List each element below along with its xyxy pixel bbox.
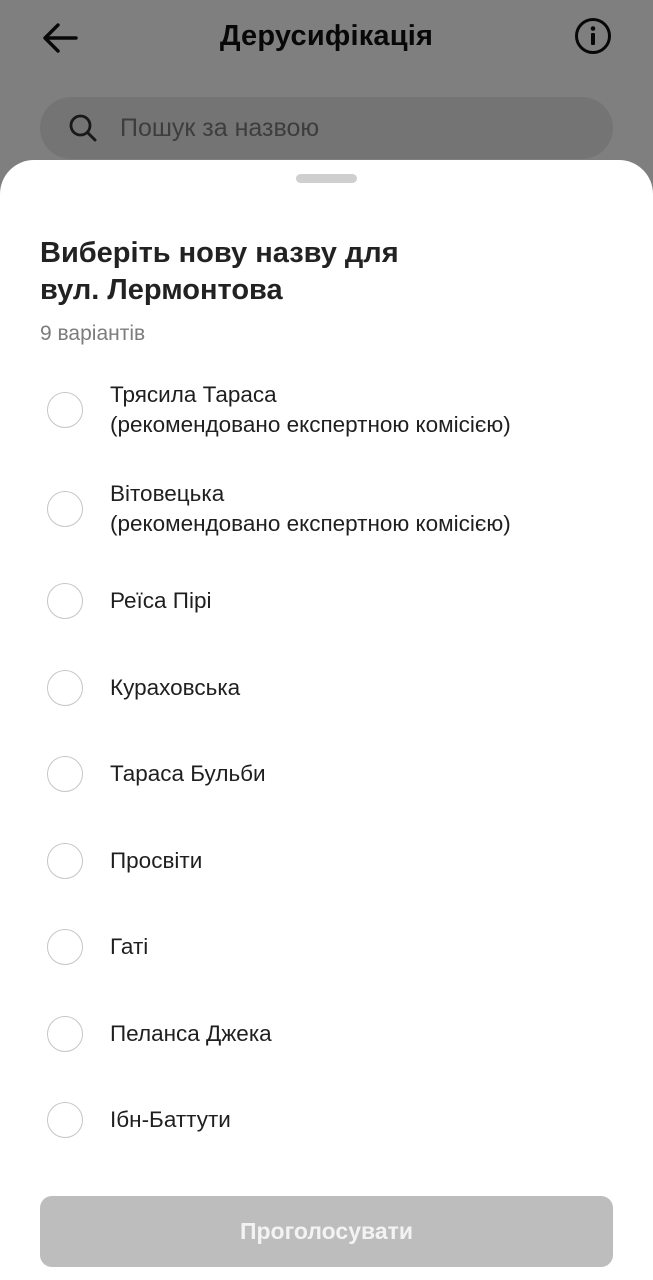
radio-button[interactable] <box>47 491 83 527</box>
radio-button[interactable] <box>47 1102 83 1138</box>
screen: Дерусифікація Виберіть нову <box>0 0 653 1280</box>
option-label: Трясила Тараса <box>110 382 277 407</box>
drag-handle[interactable] <box>296 174 357 183</box>
option-item[interactable]: Кураховська <box>40 665 613 711</box>
vote-button[interactable]: Проголосувати <box>40 1196 613 1267</box>
option-item[interactable]: Вітовецька (рекомендовано експертною ком… <box>40 471 613 547</box>
option-item[interactable]: Ібн-Баттути <box>40 1097 613 1143</box>
radio-button[interactable] <box>47 1016 83 1052</box>
option-item[interactable]: Реїса Пірі <box>40 578 613 624</box>
option-text: Вітовецька (рекомендовано експертною ком… <box>110 479 511 539</box>
radio-button[interactable] <box>47 756 83 792</box>
radio-button[interactable] <box>47 583 83 619</box>
option-label: Ібн-Баттути <box>110 1107 231 1132</box>
option-text: Трясила Тараса (рекомендовано експертною… <box>110 380 511 440</box>
option-item[interactable]: Пеланса Джека <box>40 1011 613 1057</box>
option-label: Тараса Бульби <box>110 761 266 786</box>
radio-button[interactable] <box>47 392 83 428</box>
option-note: (рекомендовано експертною комісією) <box>110 511 511 536</box>
option-item[interactable]: Гаті <box>40 924 613 970</box>
options-count: 9 варіантів <box>40 322 146 345</box>
radio-button[interactable] <box>47 929 83 965</box>
option-label: Пеланса Джека <box>110 1021 272 1046</box>
sheet-title-line2: вул. Лермонтова <box>40 274 283 306</box>
option-label: Просвіти <box>110 848 203 873</box>
option-item[interactable]: Просвіти <box>40 838 613 884</box>
option-label: Гаті <box>110 934 149 959</box>
option-item[interactable]: Трясила Тараса (рекомендовано експертною… <box>40 372 613 448</box>
sheet-title: Виберіть нову назву для вул. Лермонтова <box>40 235 600 309</box>
option-note: (рекомендовано експертною комісією) <box>110 412 511 437</box>
option-label: Кураховська <box>110 675 241 700</box>
radio-button[interactable] <box>47 843 83 879</box>
option-label: Реїса Пірі <box>110 588 212 613</box>
radio-button[interactable] <box>47 670 83 706</box>
option-item[interactable]: Тараса Бульби <box>40 751 613 797</box>
bottom-sheet: Виберіть нову назву для вул. Лермонтова … <box>0 160 653 1280</box>
option-label: Вітовецька <box>110 481 225 506</box>
sheet-title-line1: Виберіть нову назву для <box>40 237 399 269</box>
